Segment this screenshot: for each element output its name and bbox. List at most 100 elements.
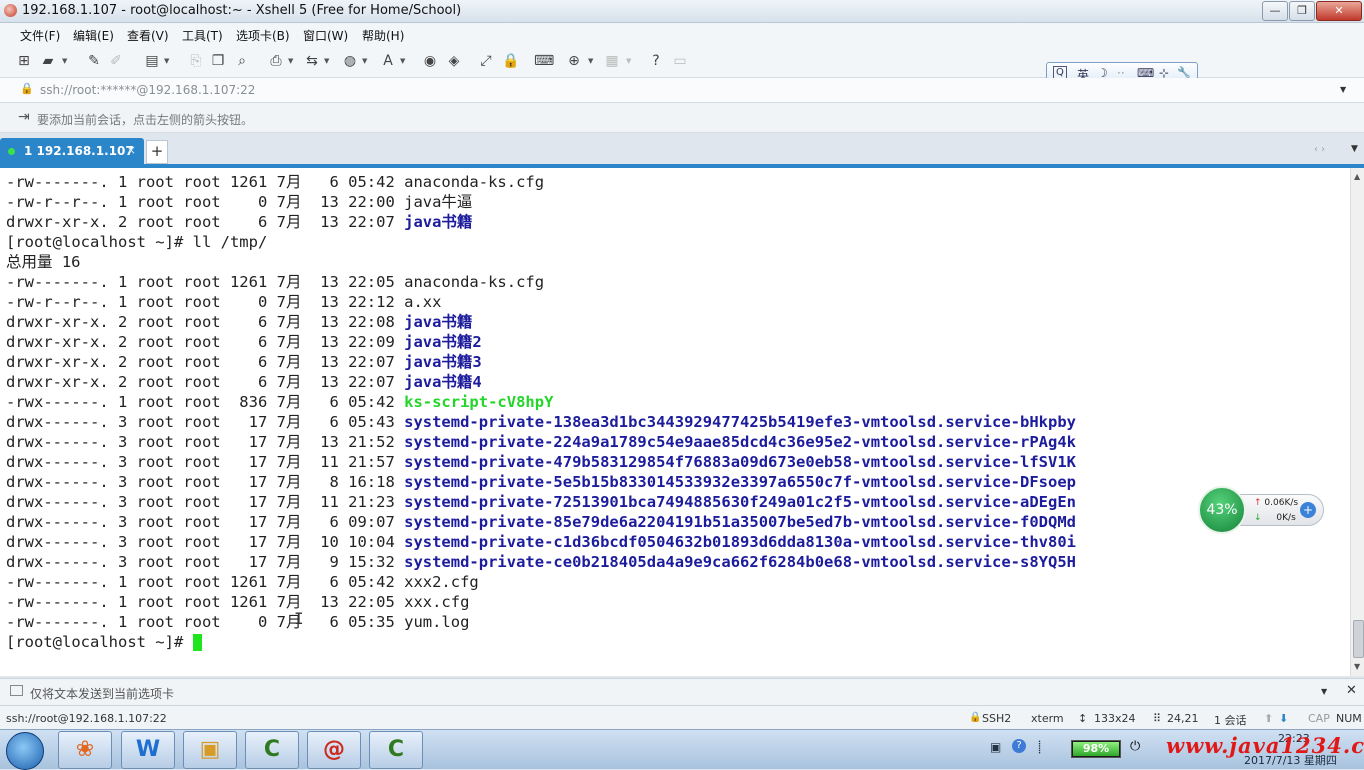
xftp-icon[interactable]: ◉ (422, 53, 438, 69)
tab-scroll-icon[interactable]: ‹ › (1314, 144, 1325, 155)
minimize-button[interactable]: — (1262, 1, 1288, 21)
chevron-down-icon[interactable]: ▼ (362, 57, 367, 65)
tray-power-icon[interactable]: ⏻ (1130, 739, 1140, 754)
accelerate-icon[interactable]: + (1300, 502, 1316, 518)
menu-edit[interactable]: 编辑(E) (73, 27, 114, 44)
memory-usage-badge[interactable]: 43% (1198, 486, 1246, 534)
chat-icon[interactable]: ▭ (672, 53, 688, 69)
terminal-line: drwxr-xr-x. 2 root root 6 7月 13 22:09 ja… (6, 332, 482, 352)
network-speed-widget[interactable]: 43% ↑ 0.06K/s ↓ 0K/s + (1198, 486, 1324, 534)
chevron-down-icon[interactable]: ▼ (626, 57, 631, 65)
print-icon[interactable]: ⎙ (268, 53, 284, 69)
terminal-line-prefix: drwxr-xr-x. 2 root root 6 7月 13 22:09 (6, 333, 405, 351)
keyboard-icon[interactable]: ⌨ (534, 53, 554, 69)
chevron-down-icon[interactable]: ▼ (400, 57, 405, 65)
file-name: a.xx (404, 293, 442, 311)
terminal-line: drwx------. 3 root root 17 7月 11 21:23 s… (6, 492, 1076, 512)
tab-list-icon[interactable]: ▼ (1351, 144, 1358, 154)
compose-icon[interactable] (10, 685, 23, 696)
terminal-line: -rw-------. 1 root root 1261 7月 6 05:42 … (6, 172, 544, 192)
font-icon[interactable]: A (380, 53, 396, 69)
address-bar[interactable]: 🔒 ssh://root:******@192.168.1.107:22 ▼ (0, 78, 1364, 103)
taskbar-app-xshell[interactable]: @ (307, 731, 361, 769)
tray-network-icon[interactable]: ⸽ (1038, 738, 1041, 755)
fullscreen-icon[interactable]: ⤢ (478, 53, 494, 69)
find-icon[interactable]: ⌕ (234, 53, 250, 69)
directory-name: systemd-private-5e5b15b833014533932e3397… (404, 473, 1076, 491)
reconnect-icon[interactable]: ✎ (86, 53, 102, 69)
taskbar-app-camtasia[interactable]: C (245, 731, 299, 769)
taskbar-app-wps[interactable]: W (121, 731, 175, 769)
terminal-line: -rwx------. 1 root root 836 7月 6 05:42 k… (6, 392, 553, 412)
clock-date[interactable]: 2017/7/13 星期四 (1244, 752, 1337, 768)
file-name: anaconda-ks.cfg (404, 273, 545, 291)
tray-battery[interactable]: 98% (1071, 740, 1121, 758)
menu-tools[interactable]: 工具(T) (182, 27, 223, 44)
add-session-arrow-icon[interactable]: ⇥ (18, 109, 30, 125)
directory-name: java书籍 (404, 213, 473, 231)
terminal-line-prefix: 总用量 16 (6, 253, 81, 271)
terminal-line-prefix: drwx------. 3 root root 17 7月 10 10:04 (6, 533, 405, 551)
disconnect-icon[interactable]: ✐ (108, 53, 124, 69)
chevron-down-icon[interactable]: ▼ (588, 57, 593, 65)
new-tab-button[interactable]: + (146, 140, 168, 164)
directory-name: systemd-private-c1d36bcdf0504632b01893d6… (404, 533, 1076, 551)
tray-help-icon[interactable]: ? (1012, 739, 1026, 753)
compose-bar[interactable]: 仅将文本发送到当前选项卡 ▼ ✕ (0, 678, 1364, 705)
upload-speed: ↑ 0.06K/s (1254, 498, 1298, 508)
menu-window[interactable]: 窗口(W) (303, 27, 348, 44)
menu-file[interactable]: 文件(F) (20, 27, 60, 44)
directory-name: systemd-private-85e79de6a2204191b51a3500… (404, 513, 1076, 531)
maximize-button[interactable]: ❐ (1289, 1, 1315, 21)
menu-tabs[interactable]: 选项卡(B) (236, 27, 290, 44)
text-cursor-ibeam-icon: I (294, 609, 304, 628)
lock-icon: 🔒 (20, 82, 34, 95)
tab-session-1[interactable]: 1 192.168.1.107 × (0, 138, 144, 164)
send-target-text[interactable]: 仅将文本发送到当前选项卡 (30, 685, 174, 702)
directory-name: java书籍4 (404, 373, 482, 391)
paste-icon[interactable]: ❐ (210, 53, 226, 69)
address-text[interactable]: ssh://root:******@192.168.1.107:22 (40, 83, 255, 97)
tab-close-icon[interactable]: × (126, 143, 136, 157)
xmanager-icon[interactable]: ◈ (446, 53, 462, 69)
terminal-line-prefix: -rw-r--r--. 1 root root 0 7月 13 22:00 (6, 193, 405, 211)
start-button[interactable] (6, 732, 44, 770)
taskbar-app-picasa[interactable]: ❀ (58, 731, 112, 769)
taskbar-app-camtasia-recorder[interactable]: C (369, 731, 423, 769)
file-name: xxx2.cfg (404, 573, 479, 591)
compose-close-icon[interactable]: ✕ (1346, 683, 1357, 698)
transfer-icon[interactable]: ⇆ (304, 53, 320, 69)
menu-view[interactable]: 查看(V) (127, 27, 169, 44)
menu-help[interactable]: 帮助(H) (362, 27, 404, 44)
status-bar: ssh://root@192.168.1.107:22 🔒 SSH2 xterm… (0, 705, 1364, 730)
tray-ime-icon[interactable]: ▣ (990, 740, 1001, 754)
help-icon[interactable]: ? (648, 53, 664, 69)
layout-icon[interactable]: ▦ (604, 53, 620, 69)
chevron-down-icon[interactable]: ▼ (288, 57, 293, 65)
download-arrow-icon: ⬇ (1279, 712, 1289, 725)
add-icon[interactable]: ⊕ (566, 53, 582, 69)
terminal-line: drwxr-xr-x. 2 root root 6 7月 13 22:08 ja… (6, 312, 472, 332)
terminal-line-prefix: -rw-------. 1 root root 0 7月 6 05:35 (6, 613, 405, 631)
battery-percent: 98% (1082, 742, 1110, 755)
terminal-screen[interactable]: -rw-------. 1 root root 1261 7月 6 05:42 … (0, 168, 1350, 676)
chevron-down-icon[interactable]: ▼ (324, 57, 329, 65)
new-session-icon[interactable]: ⊞ (16, 53, 32, 69)
properties-icon[interactable]: ▤ (144, 53, 160, 69)
globe-icon[interactable]: ◍ (342, 53, 358, 69)
close-button[interactable]: ✕ (1316, 1, 1362, 21)
terminal-line: drwx------. 3 root root 17 7月 10 10:04 s… (6, 532, 1076, 552)
copy-icon[interactable]: ⎘ (188, 53, 204, 69)
address-dropdown-icon[interactable]: ▼ (1340, 85, 1346, 94)
lock-icon[interactable]: 🔒 (502, 53, 519, 69)
directory-name: java书籍3 (404, 353, 482, 371)
terminal-scrollbar[interactable]: ▲ ▼ (1350, 168, 1364, 676)
taskbar-app-explorer[interactable]: ▣ (183, 731, 237, 769)
chevron-down-icon[interactable]: ▼ (164, 57, 169, 65)
send-target-dropdown-icon[interactable]: ▼ (1321, 687, 1327, 696)
scrollbar-thumb[interactable] (1353, 620, 1364, 658)
open-folder-icon[interactable]: ▰ (40, 53, 56, 69)
chevron-down-icon[interactable]: ▼ (62, 57, 67, 65)
scroll-down-icon[interactable]: ▼ (1354, 662, 1360, 671)
scroll-up-icon[interactable]: ▲ (1354, 172, 1360, 181)
